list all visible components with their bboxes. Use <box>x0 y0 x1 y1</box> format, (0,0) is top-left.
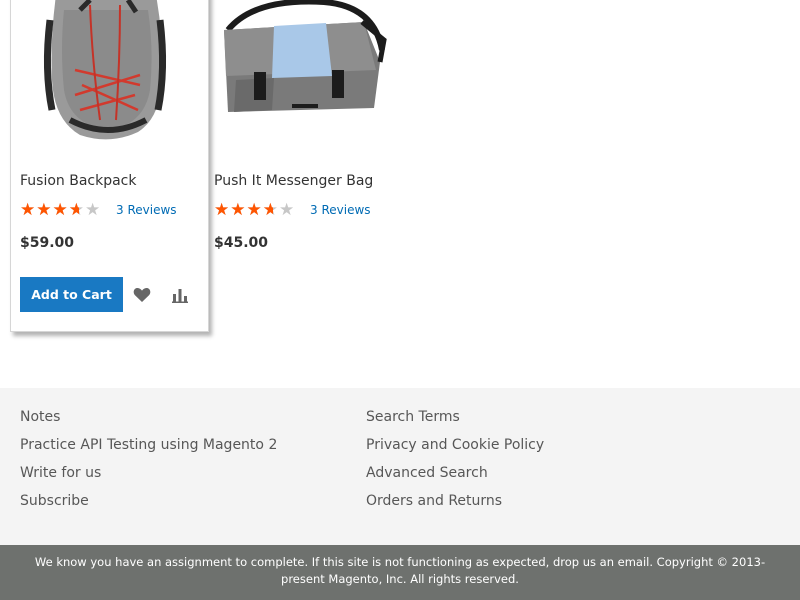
product-name[interactable]: Fusion Backpack <box>20 173 137 189</box>
rating-stars-filled: ★★★★★ <box>20 201 79 219</box>
footer-link-item: Practice API Testing using Magento 2 <box>20 436 277 464</box>
footer-link-practice-api[interactable]: Practice API Testing using Magento 2 <box>20 437 277 453</box>
product-image-link[interactable] <box>214 0 394 150</box>
backpack-image <box>43 0 167 140</box>
product-actions: Add to Cart <box>20 277 192 312</box>
footer-link-write-for-us[interactable]: Write for us <box>20 465 101 481</box>
footer-link-advanced-search[interactable]: Advanced Search <box>366 465 488 481</box>
footer-links-column: Notes Practice API Testing using Magento… <box>20 408 277 520</box>
footer-link-search-terms[interactable]: Search Terms <box>366 409 460 425</box>
product-image-link[interactable] <box>20 0 200 150</box>
reviews-link[interactable]: 3 Reviews <box>310 203 371 217</box>
footer-link-item: Privacy and Cookie Policy <box>366 436 544 464</box>
footer-link-subscribe[interactable]: Subscribe <box>20 493 89 509</box>
rating-stars: ★★★★★ ★★★★★ <box>20 201 108 219</box>
product-price: $45.00 <box>214 235 269 251</box>
rating-stars: ★★★★★ ★★★★★ <box>214 201 302 219</box>
product-rating: ★★★★★ ★★★★★ 3 Reviews <box>214 201 371 219</box>
add-to-cart-button[interactable]: Add to Cart <box>20 277 123 312</box>
messenger-bag-image <box>224 0 387 112</box>
footer-link-item: Notes <box>20 408 277 436</box>
footer-link-item: Subscribe <box>20 492 277 520</box>
add-to-compare-button[interactable] <box>168 283 192 307</box>
product-grid: Fusion Backpack ★★★★★ ★★★★★ 3 Reviews $5… <box>0 0 800 388</box>
footer-link-item: Write for us <box>20 464 277 492</box>
bar-chart-icon <box>172 288 188 303</box>
footer-links-area: Notes Practice API Testing using Magento… <box>0 388 800 545</box>
copyright-bar: We know you have an assignment to comple… <box>0 545 800 600</box>
rating-stars-filled: ★★★★★ <box>214 201 273 219</box>
heart-icon <box>133 287 151 302</box>
footer-link-item: Orders and Returns <box>366 492 544 520</box>
add-to-wishlist-button[interactable] <box>130 283 154 307</box>
product-name[interactable]: Push It Messenger Bag <box>214 173 373 189</box>
footer-link-item: Advanced Search <box>366 464 544 492</box>
product-rating: ★★★★★ ★★★★★ 3 Reviews <box>20 201 177 219</box>
footer-link-item: Search Terms <box>366 408 544 436</box>
footer-link-privacy-policy[interactable]: Privacy and Cookie Policy <box>366 437 544 453</box>
reviews-link[interactable]: 3 Reviews <box>116 203 177 217</box>
footer-link-orders-returns[interactable]: Orders and Returns <box>366 493 502 509</box>
footer-links-column: Search Terms Privacy and Cookie Policy A… <box>366 408 544 520</box>
product-price: $59.00 <box>20 235 75 251</box>
footer-link-notes[interactable]: Notes <box>20 409 60 425</box>
